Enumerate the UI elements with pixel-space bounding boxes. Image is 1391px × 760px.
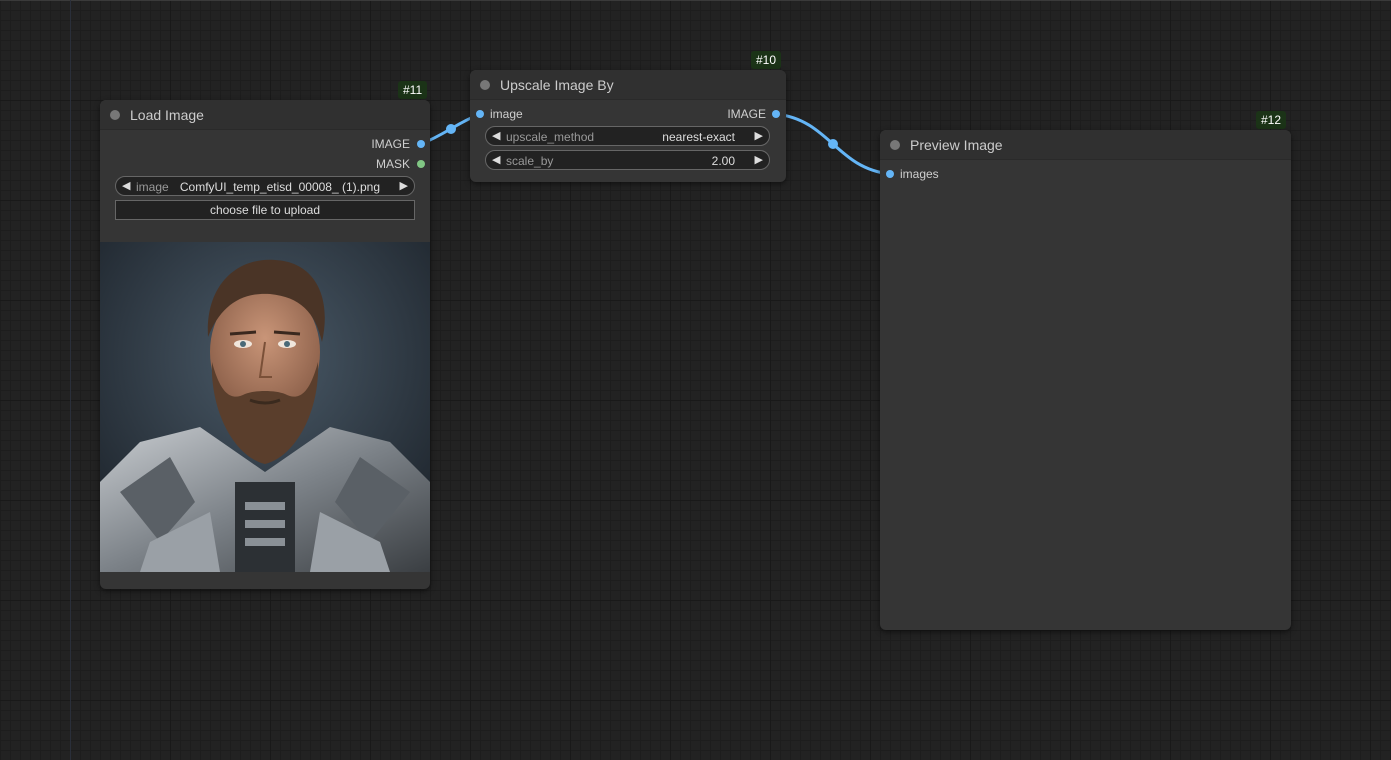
node-title-bar[interactable]: Load Image <box>100 100 430 130</box>
node-graph-canvas[interactable]: #11 Load Image IMAGE MASK ◀ image ComfyU… <box>0 0 1391 760</box>
output-slot-mask-dot[interactable] <box>417 160 425 168</box>
link-midpoint-1 <box>446 124 456 134</box>
combo-right-arrow-icon[interactable]: ▶ <box>755 129 763 142</box>
node-title: Load Image <box>130 107 204 123</box>
widget-value: nearest-exact <box>662 130 735 144</box>
widget-name: image <box>136 180 169 194</box>
input-label-image: image <box>490 107 523 121</box>
input-slot-images-dot[interactable] <box>886 170 894 178</box>
input-label-images: images <box>900 167 939 181</box>
portrait-preview-image <box>100 242 430 572</box>
combo-left-arrow-icon[interactable]: ◀ <box>492 129 500 142</box>
node-id-badge: #11 <box>398 81 428 99</box>
link-midpoint-2 <box>828 139 838 149</box>
preview-image-node[interactable]: Preview Image images <box>880 130 1291 630</box>
output-label-image: IMAGE <box>727 107 766 121</box>
node-title-bar[interactable]: Preview Image <box>880 130 1291 160</box>
choose-file-upload-button[interactable]: choose file to upload <box>115 200 415 220</box>
input-slot-image-dot[interactable] <box>476 110 484 118</box>
combo-right-arrow-icon[interactable]: ▶ <box>400 179 408 192</box>
collapse-dot-icon[interactable] <box>480 80 490 90</box>
image-file-combo[interactable]: ◀ image ComfyUI_temp_etisd_00008_ (1).pn… <box>115 176 415 196</box>
load-image-node[interactable]: Load Image IMAGE MASK ◀ image ComfyUI_te… <box>100 100 430 589</box>
output-label-image: IMAGE <box>371 137 410 151</box>
collapse-dot-icon[interactable] <box>890 140 900 150</box>
decrement-arrow-icon[interactable]: ◀ <box>492 153 500 166</box>
increment-arrow-icon[interactable]: ▶ <box>755 153 763 166</box>
node-title-bar[interactable]: Upscale Image By <box>470 70 786 100</box>
widget-name: upscale_method <box>506 130 595 144</box>
node-id-badge: #12 <box>1256 111 1287 129</box>
scale-by-number-widget[interactable]: ◀ scale_by 2.00 ▶ <box>485 150 770 170</box>
widget-value: 2.00 <box>711 154 735 168</box>
node-title: Preview Image <box>910 137 1003 153</box>
upscale-image-by-node[interactable]: Upscale Image By image IMAGE ◀ upscale_m… <box>470 70 786 182</box>
output-slot-image-dot[interactable] <box>772 110 780 118</box>
combo-left-arrow-icon[interactable]: ◀ <box>122 179 130 192</box>
widget-value: ComfyUI_temp_etisd_00008_ (1).png <box>179 180 380 194</box>
output-slot-image-dot[interactable] <box>417 140 425 148</box>
upscale-method-combo[interactable]: ◀ upscale_method nearest-exact ▶ <box>485 126 770 146</box>
widget-name: scale_by <box>506 154 554 168</box>
node-title: Upscale Image By <box>500 77 614 93</box>
collapse-dot-icon[interactable] <box>110 110 120 120</box>
output-label-mask: MASK <box>375 157 410 171</box>
node-id-badge: #10 <box>751 51 782 69</box>
